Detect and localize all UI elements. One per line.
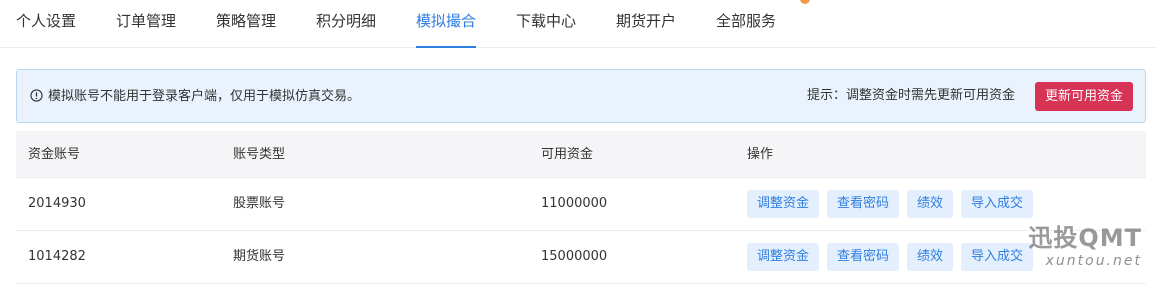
notice-banner: 模拟账号不能用于登录客户端，仅用于模拟仿真交易。 提示：调整资金时需先更新可用资… — [16, 69, 1146, 123]
import-trades-button[interactable]: 导入成交 — [961, 190, 1034, 218]
performance-button[interactable]: 绩效 — [907, 243, 954, 271]
notice-hint: 提示：调整资金时需先更新可用资金 — [806, 88, 1015, 103]
header-account-type: 账号类型 — [233, 147, 286, 162]
import-trades-button[interactable]: 导入成交 — [961, 243, 1034, 271]
performance-button[interactable]: 绩效 — [907, 190, 954, 218]
header-available-funds: 可用资金 — [541, 147, 594, 162]
account-number: 1014282 — [28, 249, 86, 264]
adjust-funds-button[interactable]: 调整资金 — [747, 190, 820, 218]
account-type: 期货账号 — [233, 249, 286, 264]
update-available-funds-button[interactable]: 更新可用资金 — [1034, 82, 1133, 111]
info-circle-icon — [30, 89, 43, 102]
account-type: 股票账号 — [233, 196, 286, 211]
tab-points-detail[interactable]: 积分明细 — [316, 10, 376, 48]
row-actions: 调整资金 查看密码 绩效 导入成交 — [747, 243, 1041, 271]
watermark-logo: 迅投QMT — [1028, 224, 1142, 252]
header-actions: 操作 — [747, 147, 774, 162]
notification-dot — [800, 0, 810, 4]
tab-download-center[interactable]: 下载中心 — [516, 10, 576, 48]
available-funds: 15000000 — [541, 249, 608, 264]
tab-futures-account-opening[interactable]: 期货开户 — [616, 10, 676, 48]
adjust-funds-button[interactable]: 调整资金 — [747, 243, 820, 271]
tab-personal-settings[interactable]: 个人设置 — [16, 10, 76, 48]
accounts-table: 资金账号 账号类型 可用资金 操作 2014930 股票账号 11000000 … — [16, 131, 1146, 284]
available-funds: 11000000 — [541, 196, 608, 211]
notice-message: 模拟账号不能用于登录客户端，仅用于模拟仿真交易。 — [48, 89, 361, 104]
row-actions: 调整资金 查看密码 绩效 导入成交 — [747, 190, 1041, 218]
header-account: 资金账号 — [28, 147, 81, 162]
view-password-button[interactable]: 查看密码 — [827, 190, 900, 218]
table-row: 1014282 期货账号 15000000 调整资金 查看密码 绩效 导入成交 — [16, 231, 1146, 284]
tab-order-management[interactable]: 订单管理 — [116, 10, 176, 48]
account-number: 2014930 — [28, 196, 86, 211]
table-row: 2014930 股票账号 11000000 调整资金 查看密码 绩效 导入成交 — [16, 178, 1146, 231]
brand-watermark: 迅投QMT xuntou.net — [1028, 224, 1142, 270]
tab-all-services[interactable]: 全部服务 — [716, 10, 776, 48]
view-password-button[interactable]: 查看密码 — [827, 243, 900, 271]
tab-simulated-matching[interactable]: 模拟撮合 — [416, 10, 477, 48]
table-header-row: 资金账号 账号类型 可用资金 操作 — [16, 131, 1146, 178]
tab-bar: 个人设置 订单管理 策略管理 积分明细 模拟撮合 下载中心 期货开户 全部服务 — [0, 0, 1156, 48]
watermark-site: xuntou.net — [1045, 253, 1142, 269]
tab-strategy-management[interactable]: 策略管理 — [216, 10, 276, 48]
